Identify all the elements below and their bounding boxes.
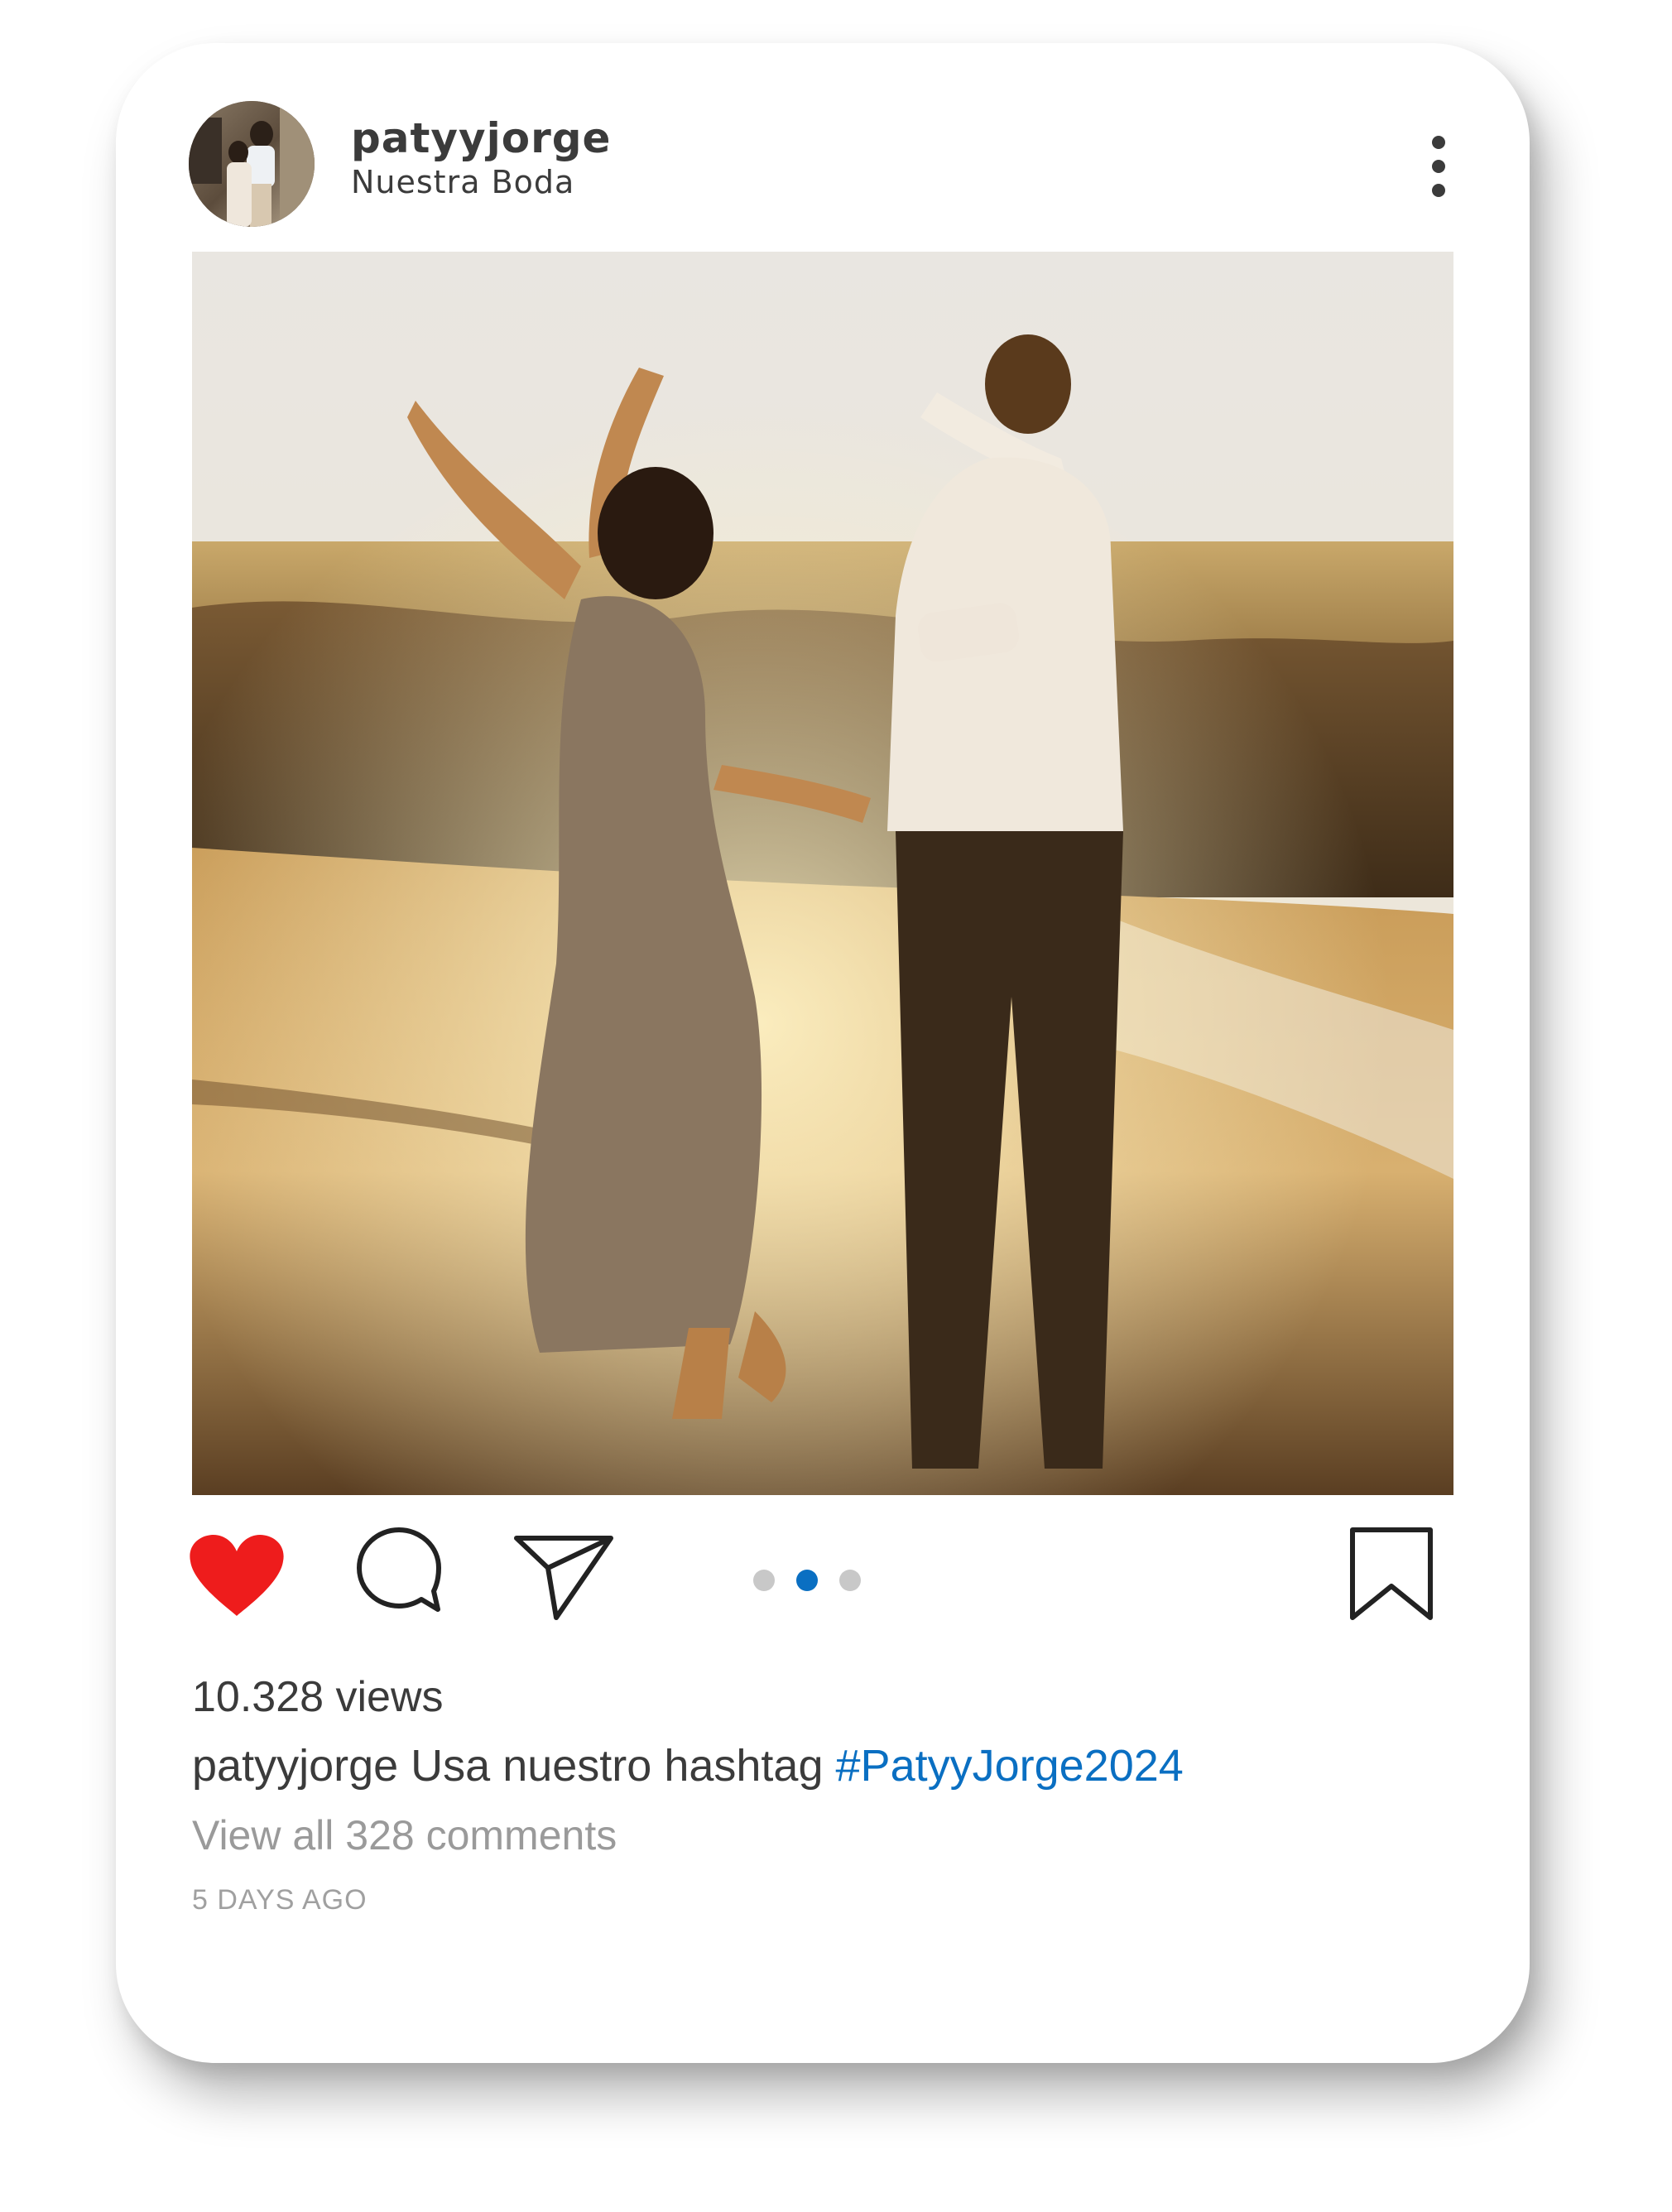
heart-icon[interactable] (187, 1533, 286, 1619)
post-photo[interactable] (192, 252, 1453, 1495)
comment-bubble-icon[interactable] (354, 1525, 444, 1616)
caption-text: Usa nuestro hashtag (411, 1741, 824, 1791)
carousel-indicator (753, 1570, 869, 1594)
post-location[interactable]: Nuestra Boda (351, 164, 574, 200)
carousel-dot-active[interactable] (796, 1570, 818, 1591)
more-vertical-icon[interactable] (1424, 134, 1453, 200)
view-comments-link[interactable]: View all 328 comments (192, 1811, 617, 1859)
profile-avatar[interactable] (189, 101, 315, 227)
caption-hashtag[interactable]: #PatyyJorge2024 (836, 1741, 1184, 1791)
views-count: 10.328 views (192, 1673, 444, 1721)
carousel-dot[interactable] (753, 1570, 775, 1591)
caption-username[interactable]: patyyjorge (192, 1741, 398, 1791)
paper-plane-icon[interactable] (512, 1532, 616, 1621)
bookmark-icon[interactable] (1348, 1525, 1435, 1623)
caption: patyyjorge Usa nuestro hashtag #PatyyJor… (192, 1740, 1184, 1791)
post-timestamp: 5 DAYS AGO (192, 1884, 368, 1916)
post-card: patyyjorge Nuestra Boda 10.328 views pat… (116, 43, 1530, 2063)
carousel-dot[interactable] (839, 1570, 861, 1591)
post-username[interactable]: patyyjorge (351, 114, 611, 162)
